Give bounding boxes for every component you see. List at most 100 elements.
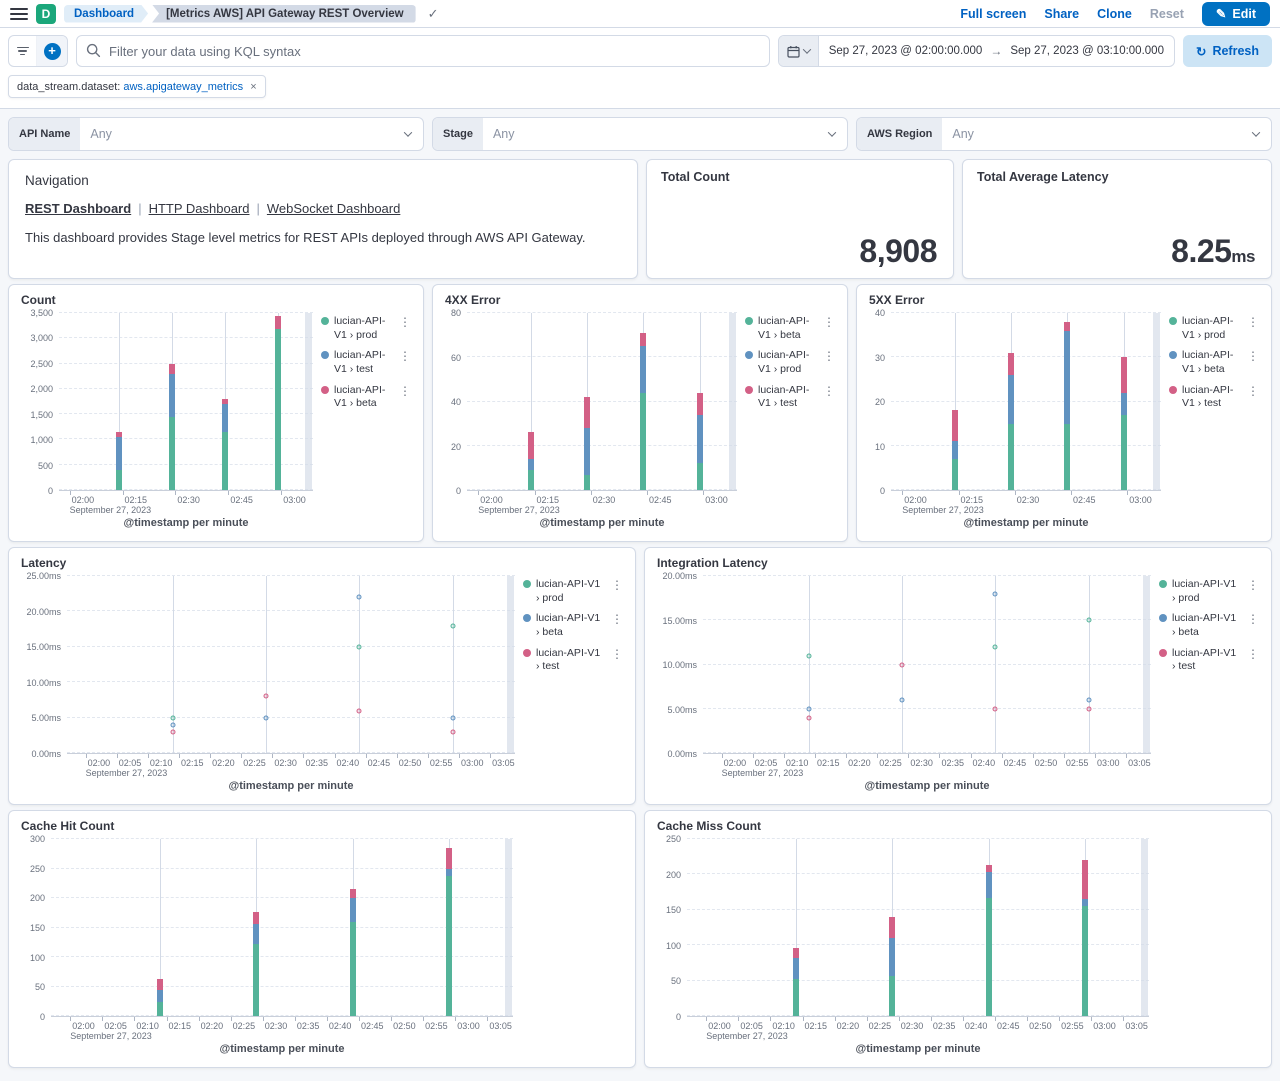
stacked-bar[interactable] bbox=[584, 313, 590, 490]
bar-segment[interactable] bbox=[528, 470, 534, 490]
data-point[interactable] bbox=[806, 706, 811, 711]
stacked-bar[interactable] bbox=[350, 839, 356, 1016]
data-point[interactable] bbox=[806, 715, 811, 720]
bar-segment[interactable] bbox=[446, 869, 452, 877]
legend-item[interactable]: lucian-API-V1 › beta⋮ bbox=[745, 315, 837, 342]
bar-segment[interactable] bbox=[889, 917, 895, 938]
bar-segment[interactable] bbox=[1064, 424, 1070, 490]
legend-item[interactable]: lucian-API-V1 › test⋮ bbox=[745, 384, 837, 411]
data-point[interactable] bbox=[357, 595, 362, 600]
bar-segment[interactable] bbox=[1082, 860, 1088, 899]
bar-segment[interactable] bbox=[1121, 357, 1127, 392]
data-point[interactable] bbox=[450, 729, 455, 734]
bar-segment[interactable] bbox=[889, 938, 895, 976]
legend-item[interactable]: lucian-API-V1 › prod⋮ bbox=[745, 349, 837, 376]
bar-segment[interactable] bbox=[793, 958, 799, 979]
bar-segment[interactable] bbox=[986, 865, 992, 873]
stacked-bar[interactable] bbox=[1082, 839, 1088, 1016]
legend-item[interactable]: lucian-API-V1 › prod⋮ bbox=[523, 578, 625, 605]
bar-segment[interactable] bbox=[116, 437, 122, 470]
bar-segment[interactable] bbox=[793, 979, 799, 1016]
bar-segment[interactable] bbox=[1082, 899, 1088, 906]
bar-segment[interactable] bbox=[697, 463, 703, 490]
bar-segment[interactable] bbox=[222, 432, 228, 490]
bar-segment[interactable] bbox=[640, 346, 646, 392]
filter-pill-datastream[interactable]: data_stream.dataset: aws.apigateway_metr… bbox=[8, 75, 266, 98]
bar-segment[interactable] bbox=[169, 364, 175, 374]
data-point[interactable] bbox=[1086, 697, 1091, 702]
legend-item[interactable]: lucian-API-V1 › beta⋮ bbox=[1159, 612, 1261, 639]
bar-segment[interactable] bbox=[952, 410, 958, 441]
refresh-button[interactable]: ↻ Refresh bbox=[1183, 35, 1272, 67]
legend-item[interactable]: lucian-API-V1 › test⋮ bbox=[1169, 384, 1261, 411]
legend-menu-icon[interactable]: ⋮ bbox=[821, 384, 837, 398]
date-range-end[interactable]: Sep 27, 2023 @ 03:10:00.000 bbox=[1010, 45, 1164, 57]
data-point[interactable] bbox=[1086, 618, 1091, 623]
bar-segment[interactable] bbox=[350, 889, 356, 898]
menu-icon[interactable] bbox=[10, 8, 28, 20]
stacked-bar[interactable] bbox=[1064, 313, 1070, 490]
stacked-bar[interactable] bbox=[116, 313, 122, 490]
bar-segment[interactable] bbox=[253, 944, 259, 1016]
edit-button[interactable]: ✎ Edit bbox=[1202, 2, 1270, 26]
bar-segment[interactable] bbox=[584, 397, 590, 428]
bar-segment[interactable] bbox=[350, 922, 356, 1016]
bar-segment[interactable] bbox=[889, 976, 895, 1016]
rest-dashboard-link[interactable]: REST Dashboard bbox=[25, 201, 131, 216]
legend-menu-icon[interactable]: ⋮ bbox=[1245, 578, 1261, 592]
data-point[interactable] bbox=[900, 662, 905, 667]
bar-segment[interactable] bbox=[1082, 906, 1088, 1016]
bar-segment[interactable] bbox=[1064, 331, 1070, 424]
bar-segment[interactable] bbox=[446, 876, 452, 1016]
legend-menu-icon[interactable]: ⋮ bbox=[1245, 612, 1261, 626]
legend-item[interactable]: lucian-API-V1 › test⋮ bbox=[1159, 647, 1261, 674]
data-point[interactable] bbox=[170, 729, 175, 734]
data-point[interactable] bbox=[170, 715, 175, 720]
legend-item[interactable]: lucian-API-V1 › beta⋮ bbox=[523, 612, 625, 639]
bar-segment[interactable] bbox=[697, 393, 703, 415]
stacked-bar[interactable] bbox=[528, 313, 534, 490]
bar-segment[interactable] bbox=[640, 393, 646, 490]
data-point[interactable] bbox=[264, 715, 269, 720]
stacked-bar[interactable] bbox=[697, 313, 703, 490]
data-point[interactable] bbox=[450, 715, 455, 720]
legend-item[interactable]: lucian-API-V1 › test⋮ bbox=[523, 647, 625, 674]
legend-menu-icon[interactable]: ⋮ bbox=[609, 647, 625, 661]
full-screen-link[interactable]: Full screen bbox=[960, 7, 1026, 21]
bar-segment[interactable] bbox=[169, 374, 175, 417]
data-point[interactable] bbox=[1086, 706, 1091, 711]
stacked-bar[interactable] bbox=[952, 313, 958, 490]
bar-segment[interactable] bbox=[1121, 415, 1127, 490]
legend-menu-icon[interactable]: ⋮ bbox=[609, 578, 625, 592]
clone-link[interactable]: Clone bbox=[1097, 7, 1132, 21]
stacked-bar[interactable] bbox=[169, 313, 175, 490]
bar-segment[interactable] bbox=[528, 459, 534, 470]
http-dashboard-link[interactable]: HTTP Dashboard bbox=[149, 201, 250, 216]
kql-search-input[interactable] bbox=[76, 35, 770, 67]
bar-segment[interactable] bbox=[157, 979, 163, 990]
stacked-bar[interactable] bbox=[253, 839, 259, 1016]
bar-segment[interactable] bbox=[169, 417, 175, 490]
legend-menu-icon[interactable]: ⋮ bbox=[1245, 349, 1261, 363]
data-point[interactable] bbox=[170, 722, 175, 727]
legend-menu-icon[interactable]: ⋮ bbox=[609, 612, 625, 626]
calendar-menu-button[interactable] bbox=[779, 36, 819, 66]
stacked-bar[interactable] bbox=[222, 313, 228, 490]
reset-link[interactable]: Reset bbox=[1150, 7, 1184, 21]
stacked-bar[interactable] bbox=[157, 839, 163, 1016]
data-point[interactable] bbox=[900, 697, 905, 702]
bar-segment[interactable] bbox=[986, 898, 992, 1016]
legend-menu-icon[interactable]: ⋮ bbox=[397, 384, 413, 398]
data-point[interactable] bbox=[993, 591, 998, 596]
legend-item[interactable]: lucian-API-V1 › test⋮ bbox=[321, 349, 413, 376]
bar-segment[interactable] bbox=[1008, 424, 1014, 490]
control-stage[interactable]: Stage Any bbox=[432, 117, 848, 151]
bar-segment[interactable] bbox=[1008, 353, 1014, 375]
data-point[interactable] bbox=[450, 623, 455, 628]
stacked-bar[interactable] bbox=[1121, 313, 1127, 490]
breadcrumb-dashboard[interactable]: Dashboard bbox=[64, 5, 148, 23]
filter-menu-icon[interactable] bbox=[9, 36, 37, 66]
bar-segment[interactable] bbox=[253, 924, 259, 944]
stacked-bar[interactable] bbox=[446, 839, 452, 1016]
remove-filter-icon[interactable]: × bbox=[250, 81, 256, 93]
